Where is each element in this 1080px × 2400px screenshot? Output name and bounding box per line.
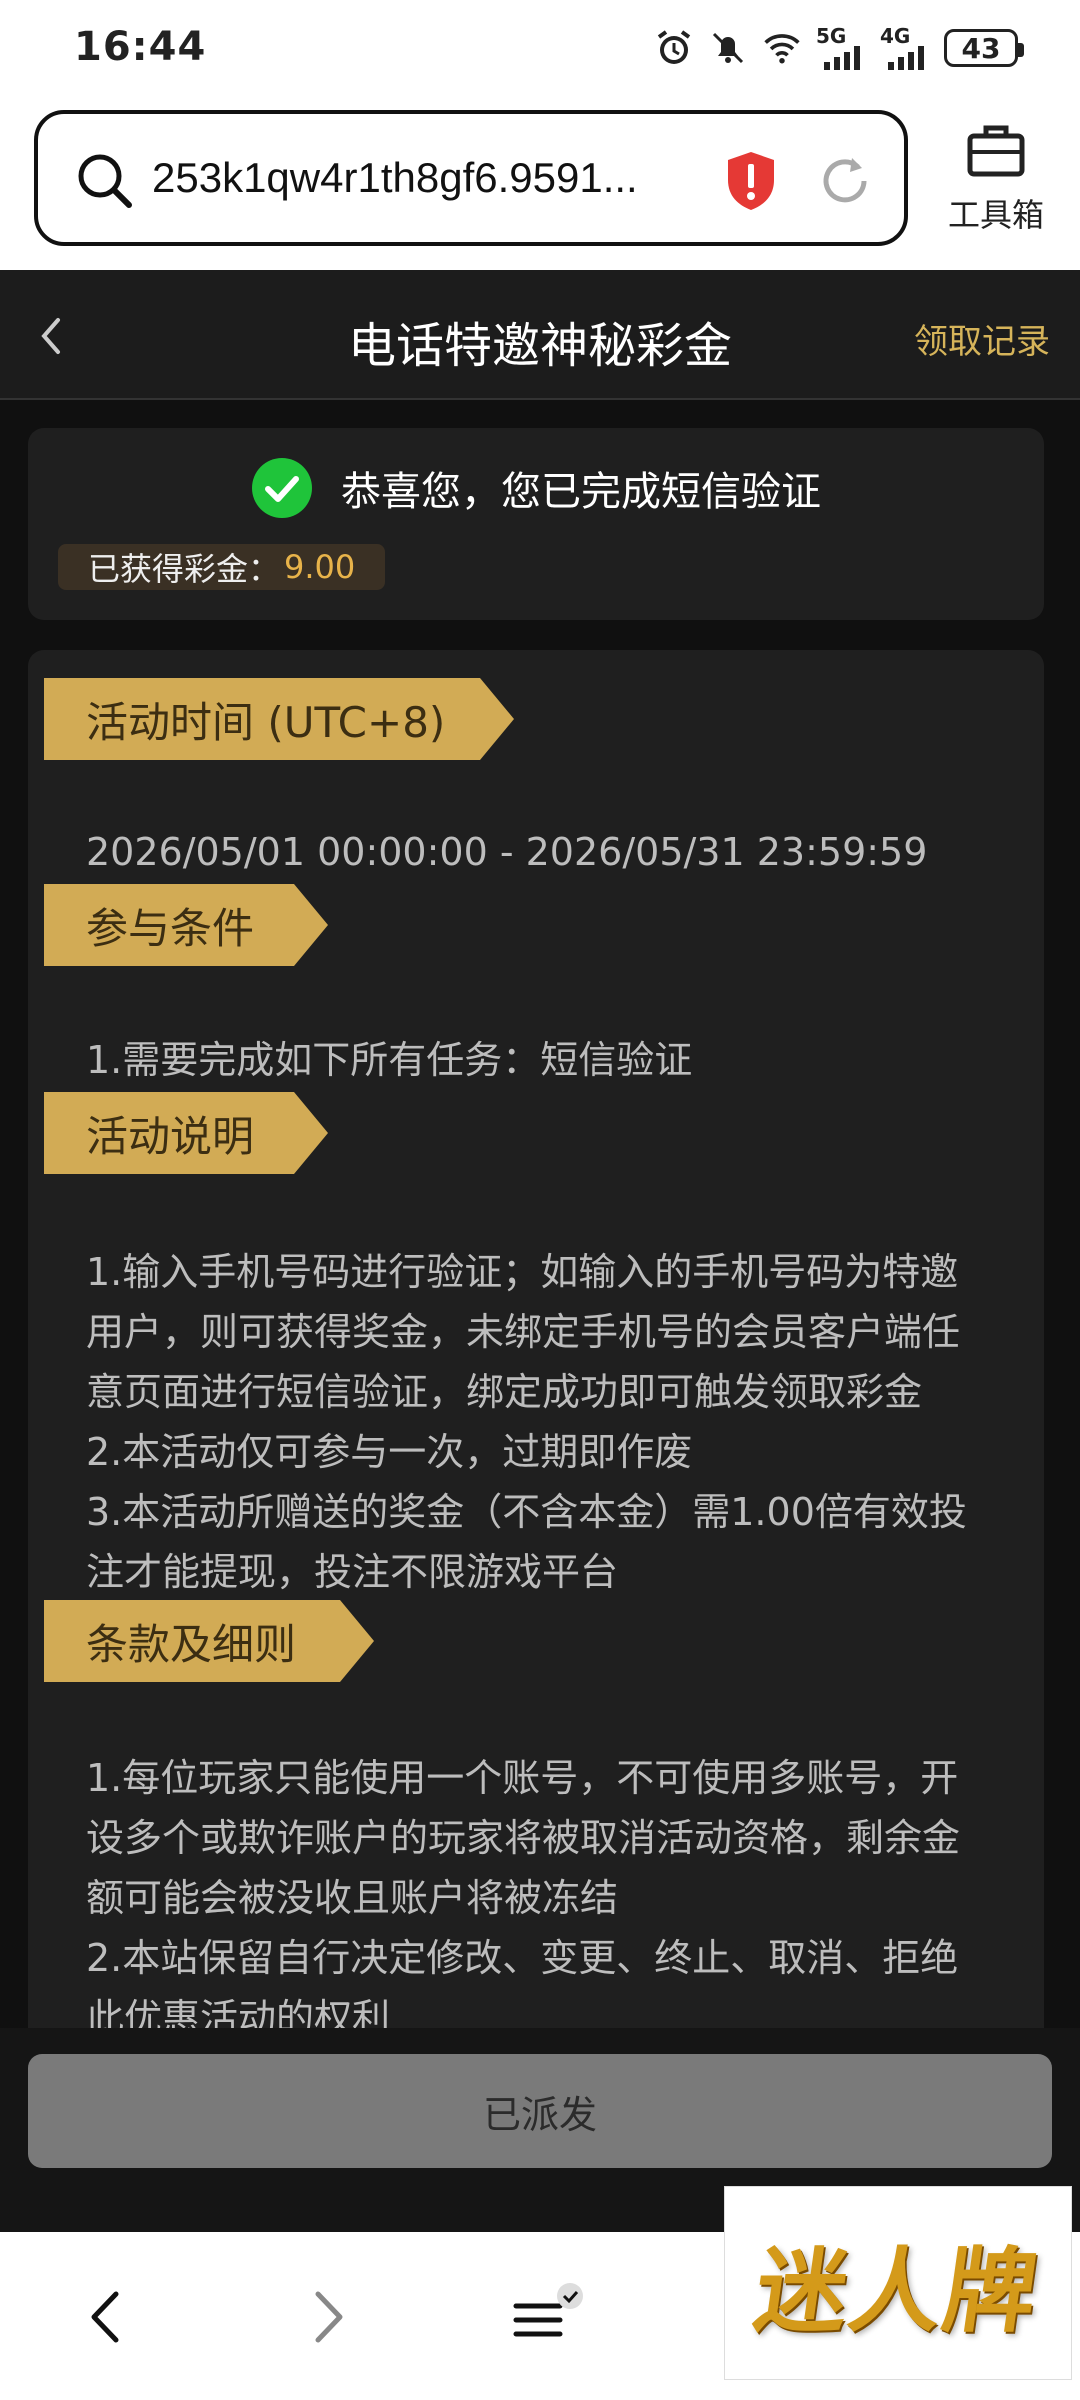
bonus-badge: 已获得彩金： 9.00 (58, 544, 386, 590)
claim-records-link[interactable]: 领取记录 (914, 314, 1050, 363)
brand-logo: 迷人牌 (724, 2186, 1072, 2380)
description-line: 用户，则可获得奖金，未绑定手机号的会员客户端任 (86, 1310, 961, 1354)
terms-line: 设多个或欺诈账户的玩家将被取消活动资格，剩余金 (86, 1816, 961, 1860)
section-title-description: 活动说明 (86, 1111, 255, 1161)
conditions-line: 1.需要完成如下所有任务：短信验证 (86, 1038, 693, 1082)
activity-time-range: 2026/05/01 00:00:00 - 2026/05/31 23:59:5… (86, 830, 928, 874)
terms-line: 1.每位玩家只能使用一个账号，不可使用多账号，开 (86, 1756, 959, 1800)
description-line: 注才能提现，投注不限游戏平台 (86, 1550, 619, 1594)
address-bar[interactable]: 253k1qw4r1th8gf6.9591... (34, 110, 908, 246)
alarm-icon (654, 26, 694, 70)
status-icons: 5G 4G 43 (654, 26, 1024, 70)
search-icon (74, 150, 134, 210)
bonus-label: 已获得彩金： (88, 550, 281, 588)
toolbox-button[interactable]: 工具箱 (940, 122, 1052, 242)
check-circle-icon (251, 457, 313, 519)
toolbox-icon (940, 122, 1052, 182)
section-tag-terms: 条款及细则 (44, 1600, 374, 1682)
nav-menu-icon[interactable] (504, 2282, 594, 2352)
verification-card: 恭喜您，您已完成短信验证 已获得彩金： 9.00 (28, 428, 1044, 620)
signal-5g-icon: 5G (816, 26, 866, 70)
battery-icon: 43 (944, 29, 1024, 67)
conditions-text: 1.需要完成如下所有任务：短信验证 (86, 1030, 1026, 1090)
url-text[interactable]: 253k1qw4r1th8gf6.9591... (152, 154, 712, 202)
description-line: 意页面进行短信验证，绑定成功即可触发领取彩金 (86, 1370, 923, 1414)
toolbox-label: 工具箱 (947, 196, 1044, 234)
section-tag-conditions: 参与条件 (44, 884, 328, 966)
terms-line: 额可能会被没收且账户将被冻结 (86, 1876, 619, 1920)
section-tag-time: 活动时间 (UTC+8) (44, 678, 514, 760)
terms-text: 1.每位玩家只能使用一个账号，不可使用多账号，开 设多个或欺诈账户的玩家将被取消… (86, 1748, 1026, 2048)
section-title-terms: 条款及细则 (86, 1619, 297, 1669)
verification-status: 恭喜您，您已完成短信验证 (28, 458, 1044, 518)
wifi-icon (762, 26, 802, 70)
dispatched-button-label: 已派发 (482, 2092, 597, 2137)
brand-logo-text: 迷人牌 (748, 2236, 1046, 2345)
dispatched-button[interactable]: 已派发 (28, 2054, 1052, 2168)
section-title-time: 活动时间 (UTC+8) (86, 697, 446, 747)
activity-content: 恭喜您，您已完成短信验证 已获得彩金： 9.00 活动时间 (UTC+8) 20… (0, 400, 1080, 2040)
page-header: 电话特邀神秘彩金 领取记录 (0, 270, 1080, 400)
terms-line: 2.本站保留自行决定修改、变更、终止、取消、拒绝 (86, 1936, 959, 1980)
nav-forward-icon[interactable] (292, 2282, 362, 2352)
description-text: 1.输入手机号码进行验证；如输入的手机号码为特邀 用户，则可获得奖金，未绑定手机… (86, 1242, 1026, 1602)
battery-level: 43 (961, 31, 1001, 65)
nav-back-icon[interactable] (72, 2282, 142, 2352)
verification-message: 恭喜您，您已完成短信验证 (341, 469, 821, 515)
section-title-conditions: 参与条件 (86, 903, 255, 953)
description-line: 3.本活动所赠送的奖金（不含本金）需1.00倍有效投 (86, 1490, 967, 1534)
security-shield-icon[interactable] (724, 150, 778, 212)
status-time: 16:44 (74, 24, 207, 70)
signal-4g-icon: 4G (880, 26, 930, 70)
description-line: 2.本活动仅可参与一次，过期即作废 (86, 1430, 693, 1474)
bonus-amount: 9.00 (284, 548, 356, 586)
mute-icon (708, 26, 748, 70)
activity-info-card: 活动时间 (UTC+8) 2026/05/01 00:00:00 - 2026/… (28, 650, 1044, 2040)
browser-bar: 253k1qw4r1th8gf6.9591... 工具箱 (0, 100, 1080, 270)
reload-icon[interactable] (816, 152, 874, 210)
description-line: 1.输入手机号码进行验证；如输入的手机号码为特邀 (86, 1250, 959, 1294)
status-bar: 16:44 5G 4G 43 (0, 0, 1080, 100)
section-tag-description: 活动说明 (44, 1092, 328, 1174)
